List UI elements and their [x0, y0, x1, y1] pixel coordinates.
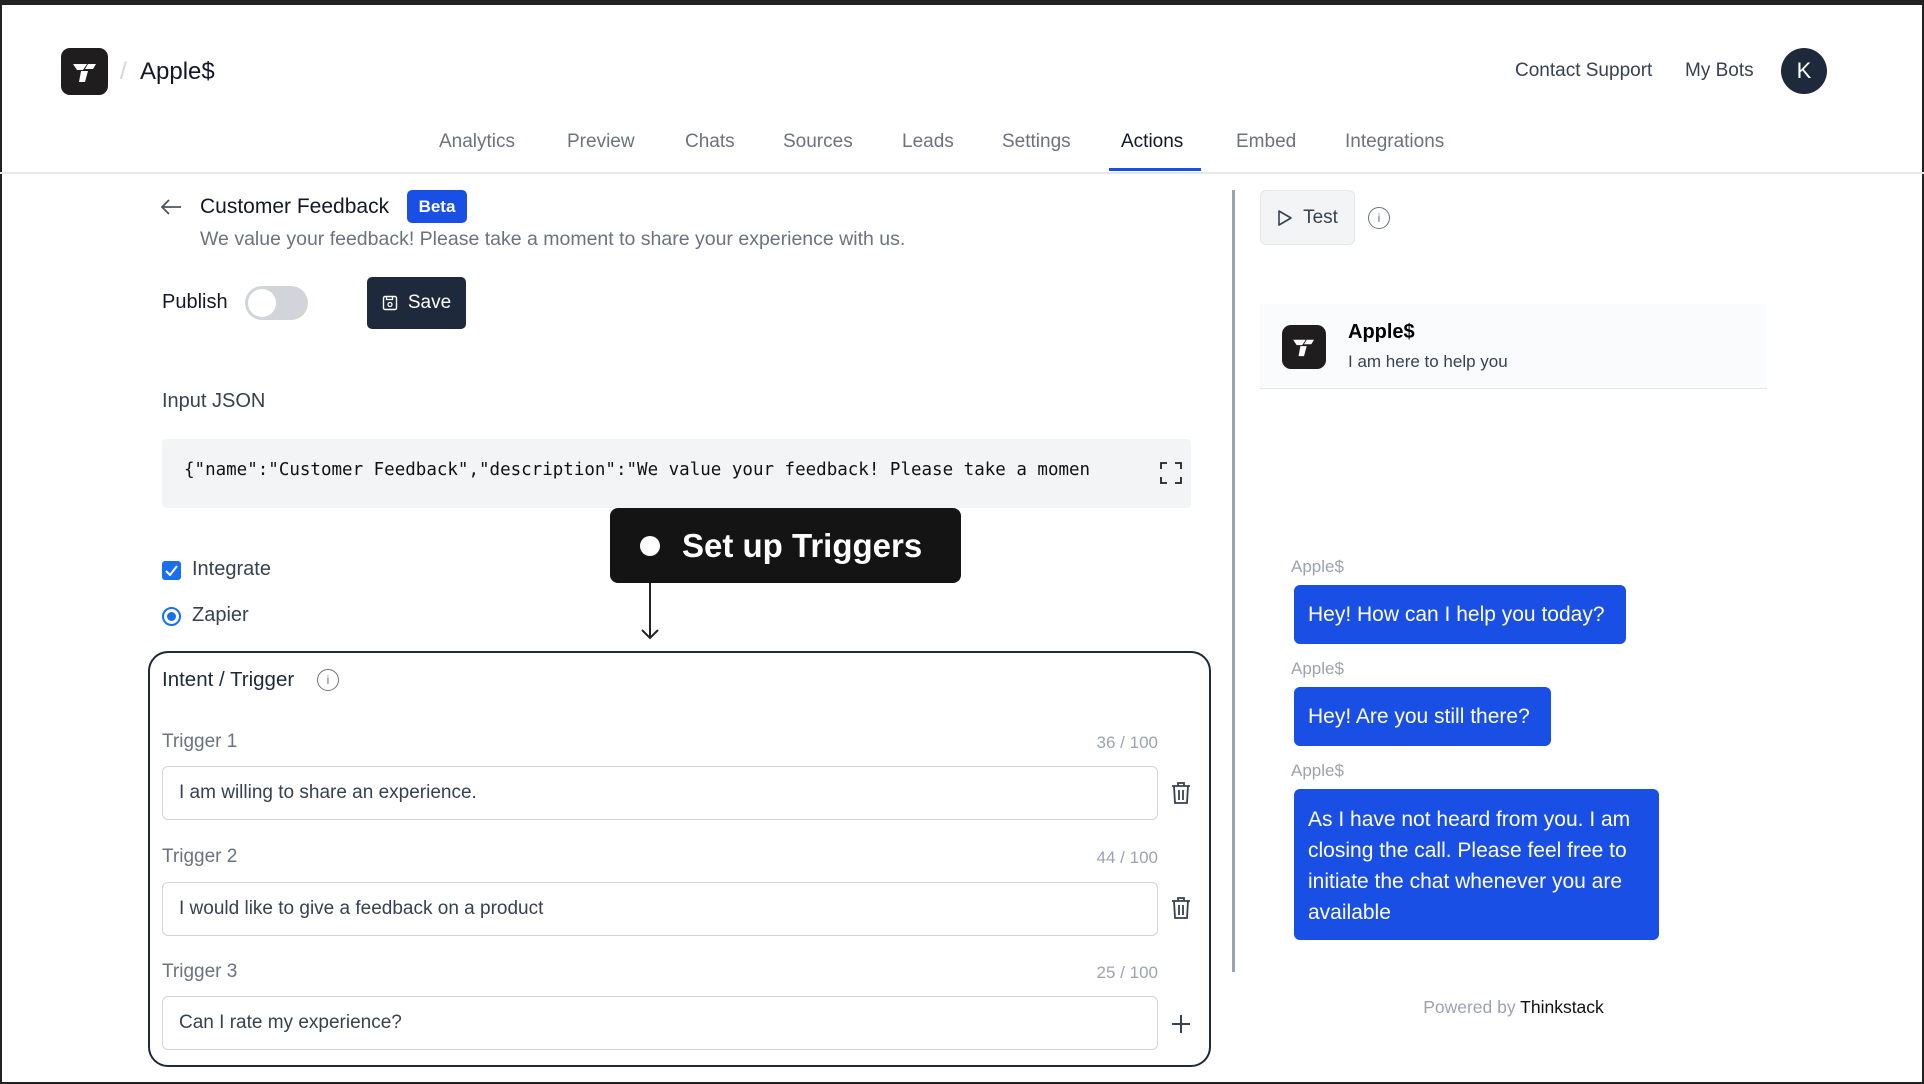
plus-icon[interactable] — [1170, 1013, 1192, 1035]
tab-preview[interactable]: Preview — [567, 131, 635, 153]
chat-message: As I have not heard from you. I am closi… — [1294, 789, 1659, 940]
zapier-radio[interactable] — [162, 607, 181, 626]
scrollbar[interactable] — [1232, 190, 1235, 972]
trash-icon[interactable] — [1170, 896, 1192, 920]
info-icon[interactable]: i — [317, 669, 339, 691]
trigger-3-label: Trigger 3 — [162, 961, 238, 982]
bot-name[interactable]: Apple$ — [140, 58, 215, 86]
chat-bot-subtitle: I am here to help you — [1348, 352, 1508, 371]
tab-analytics[interactable]: Analytics — [439, 131, 515, 153]
save-icon — [382, 295, 398, 311]
chat-header: Apple$ I am here to help you — [1260, 304, 1767, 389]
test-button[interactable]: Test — [1260, 190, 1355, 245]
header-divider — [0, 172, 1924, 174]
trigger-1-count: 36 / 100 — [1096, 733, 1158, 752]
active-tab-indicator — [1109, 168, 1201, 171]
trigger-2-value: I would like to give a feedback on a pro… — [179, 898, 544, 919]
trigger-3-input[interactable]: Can I rate my experience? — [162, 996, 1158, 1050]
back-arrow-icon[interactable] — [160, 198, 182, 216]
check-icon — [165, 565, 178, 576]
integrate-label: Integrate — [192, 558, 271, 580]
publish-toggle[interactable] — [245, 286, 308, 320]
input-json-field[interactable]: {"name":"Customer Feedback","description… — [162, 439, 1191, 508]
tooltip-text: Set up Triggers — [682, 526, 923, 564]
logo-icon — [1293, 339, 1314, 357]
powered-by-label: Powered by — [1423, 997, 1516, 1017]
info-icon[interactable]: i — [1368, 207, 1390, 229]
test-label: Test — [1303, 206, 1338, 228]
bullet-icon — [640, 535, 660, 556]
action-description: We value your feedback! Please take a mo… — [200, 228, 906, 250]
play-icon — [1278, 209, 1292, 226]
tab-actions[interactable]: Actions — [1121, 131, 1183, 153]
message-sender: Apple$ — [1291, 761, 1344, 780]
bot-avatar — [1282, 325, 1326, 369]
powered-by: Powered by Thinkstack — [1260, 997, 1767, 1018]
intent-trigger-title: Intent / Trigger — [162, 668, 295, 691]
publish-label: Publish — [162, 291, 228, 313]
logo-icon — [72, 63, 96, 82]
trigger-2-label: Trigger 2 — [162, 846, 238, 867]
tooltip-setup-triggers: Set up Triggers — [610, 508, 961, 583]
powered-by-brand[interactable]: Thinkstack — [1520, 997, 1604, 1017]
tab-leads[interactable]: Leads — [902, 131, 954, 153]
arrow-down-icon — [641, 583, 659, 640]
message-sender: Apple$ — [1291, 659, 1344, 678]
trigger-2-input[interactable]: I would like to give a feedback on a pro… — [162, 882, 1158, 936]
app-logo[interactable] — [61, 48, 108, 95]
tab-embed[interactable]: Embed — [1236, 131, 1296, 153]
trigger-1-value: I am willing to share an experience. — [179, 782, 477, 803]
beta-badge: Beta — [407, 190, 467, 223]
breadcrumb-separator: / — [120, 58, 127, 85]
trash-icon[interactable] — [1170, 781, 1192, 805]
trigger-1-label: Trigger 1 — [162, 731, 238, 752]
tab-sources[interactable]: Sources — [783, 131, 853, 153]
save-label: Save — [407, 292, 452, 313]
trigger-2-count: 44 / 100 — [1096, 848, 1158, 867]
trigger-3-value: Can I rate my experience? — [179, 1012, 402, 1033]
input-json-label: Input JSON — [162, 390, 266, 412]
tab-integrations[interactable]: Integrations — [1345, 131, 1444, 153]
tab-chats[interactable]: Chats — [685, 131, 735, 153]
input-json-value: {"name":"Customer Feedback","description… — [184, 460, 1091, 480]
my-bots-link[interactable]: My Bots — [1685, 60, 1754, 82]
zapier-label: Zapier — [192, 604, 249, 626]
integrate-checkbox[interactable] — [162, 561, 181, 580]
avatar[interactable]: K — [1781, 48, 1827, 94]
contact-support-link[interactable]: Contact Support — [1515, 60, 1652, 82]
chat-bot-name: Apple$ — [1348, 321, 1415, 343]
tab-settings[interactable]: Settings — [1002, 131, 1071, 153]
action-title: Customer Feedback — [200, 195, 390, 218]
trigger-1-input[interactable]: I am willing to share an experience. — [162, 766, 1158, 820]
chat-message: Hey! Are you still there? — [1294, 687, 1551, 746]
save-button[interactable]: Save — [367, 277, 466, 329]
expand-icon[interactable] — [1159, 461, 1183, 485]
chat-message: Hey! How can I help you today? — [1294, 585, 1626, 644]
message-sender: Apple$ — [1291, 557, 1344, 576]
trigger-3-count: 25 / 100 — [1096, 963, 1158, 982]
